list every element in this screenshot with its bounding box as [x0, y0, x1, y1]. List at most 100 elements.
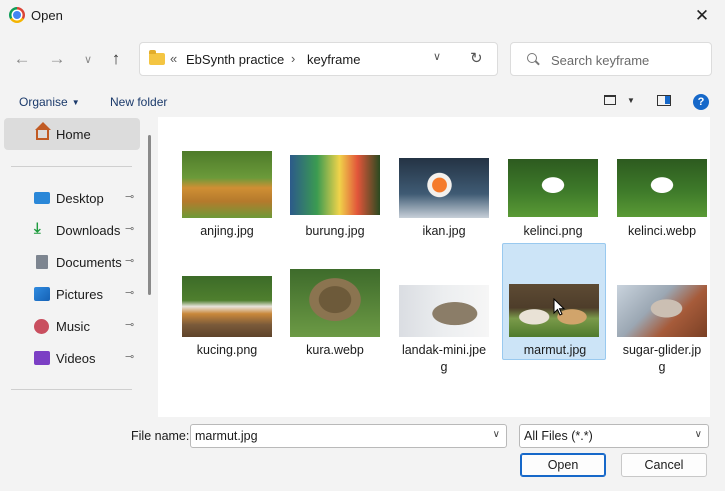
file-name: kucing.png: [196, 343, 258, 357]
file-name-combobox[interactable]: ∨: [190, 424, 507, 448]
image-thumbnail: [399, 285, 489, 337]
file-name: ikan.jpg: [422, 224, 466, 238]
recent-locations-button[interactable]: ∨: [75, 46, 101, 72]
sidebar-divider: [11, 166, 132, 167]
file-item-kura[interactable]: kura.webp: [283, 260, 387, 378]
content-area: Home Desktop ⊸ ⤓ Downloads ⊸ Documents ⊸…: [0, 117, 725, 417]
downloads-icon: ⤓: [34, 220, 41, 237]
pin-icon[interactable]: ⊸: [125, 222, 134, 235]
navigation-pane: Home Desktop ⊸ ⤓ Downloads ⊸ Documents ⊸…: [0, 117, 148, 417]
up-button[interactable]: ↑: [103, 46, 129, 72]
sidebar-item-label: Music: [56, 319, 90, 334]
desktop-icon: [34, 192, 50, 204]
sidebar-scrollbar[interactable]: [148, 135, 151, 295]
file-list-scrollbar[interactable]: [712, 117, 725, 417]
sidebar-divider: [11, 389, 132, 390]
organise-label: Organise: [19, 95, 68, 109]
chevron-down-icon: ∨: [694, 429, 702, 440]
new-folder-button[interactable]: New folder: [110, 95, 167, 109]
arrow-up-icon: ↑: [111, 49, 121, 68]
caret-down-icon: ▼: [71, 98, 80, 107]
image-thumbnail: [182, 151, 272, 218]
preview-pane-icon[interactable]: [657, 95, 671, 106]
pin-icon[interactable]: ⊸: [125, 350, 134, 363]
image-thumbnail: [290, 269, 380, 337]
command-bar: Organise ▼ New folder ▼ ?: [0, 87, 725, 117]
sidebar-item-label: Documents: [56, 255, 122, 270]
address-dropdown-icon[interactable]: ∨: [433, 50, 441, 63]
view-dropdown-icon[interactable]: ▼: [627, 96, 635, 105]
breadcrumb-overflow[interactable]: «: [170, 51, 177, 66]
forward-button[interactable]: →: [44, 46, 70, 72]
file-item-kelinci-png[interactable]: kelinci.png: [501, 141, 605, 259]
chrome-icon: [9, 7, 25, 23]
mouse-cursor-icon: [553, 298, 566, 316]
pin-icon[interactable]: ⊸: [125, 286, 134, 299]
sidebar-item-music[interactable]: Music ⊸: [4, 310, 140, 342]
file-item-kelinci-webp[interactable]: kelinci.webp: [610, 141, 714, 259]
chevron-down-icon: ∨: [83, 53, 93, 66]
music-icon: [34, 319, 49, 334]
navigation-bar: ← → ∨ ↑ « EbSynth practice › keyframe ∨ …: [0, 31, 725, 85]
file-name: anjing.jpg: [200, 224, 254, 238]
file-name: sugar-glider.jp: [622, 343, 702, 357]
breadcrumb-separator[interactable]: ›: [291, 51, 295, 66]
sidebar-item-documents[interactable]: Documents ⊸: [4, 246, 140, 278]
breadcrumb-keyframe[interactable]: keyframe: [307, 52, 360, 67]
address-bar[interactable]: « EbSynth practice › keyframe ∨ ↻: [139, 42, 498, 76]
refresh-icon[interactable]: ↻: [470, 49, 483, 67]
breadcrumb-ebsynth-practice[interactable]: EbSynth practice: [186, 52, 284, 67]
sidebar-item-pictures[interactable]: Pictures ⊸: [4, 278, 140, 310]
file-item-burung[interactable]: burung.jpg: [283, 141, 387, 259]
sidebar-item-downloads[interactable]: ⤓ Downloads ⊸: [4, 214, 140, 246]
file-item-ikan[interactable]: ikan.jpg: [392, 141, 496, 259]
chevron-down-icon[interactable]: ∨: [493, 429, 500, 440]
image-thumbnail: [508, 159, 598, 217]
file-name-label: File name:: [131, 429, 190, 443]
sidebar-item-label: Home: [56, 127, 91, 142]
title-bar: Open ✕: [0, 0, 725, 31]
cancel-button[interactable]: Cancel: [621, 453, 707, 477]
sidebar-item-label: Downloads: [56, 223, 121, 238]
file-name: burung.jpg: [305, 224, 365, 238]
window-title: Open: [31, 8, 63, 23]
sidebar-item-desktop[interactable]: Desktop ⊸: [4, 182, 140, 214]
documents-icon: [36, 255, 48, 269]
sidebar-item-videos[interactable]: Videos ⊸: [4, 342, 140, 374]
search-input[interactable]: [551, 51, 706, 69]
file-item-sugar-glider[interactable]: sugar-glider.jp g: [610, 260, 714, 378]
sidebar-item-label: Pictures: [56, 287, 103, 302]
image-thumbnail: [290, 155, 380, 215]
arrow-left-icon: ←: [13, 49, 31, 68]
file-item-landak-mini[interactable]: landak-mini.jpe g: [392, 260, 496, 378]
folder-icon: [149, 50, 165, 65]
file-name: marmut.jpg: [523, 343, 587, 357]
search-icon: [527, 53, 537, 63]
open-button[interactable]: Open: [520, 453, 606, 477]
file-item-kucing[interactable]: kucing.png: [175, 260, 279, 378]
pin-icon[interactable]: ⊸: [125, 190, 134, 203]
file-type-select[interactable]: All Files (*.*) ∨: [519, 424, 709, 448]
file-name: landak-mini.jpe: [401, 343, 487, 357]
sidebar-item-label: Desktop: [56, 191, 104, 206]
help-icon[interactable]: ?: [693, 94, 709, 110]
image-thumbnail: [182, 276, 272, 337]
videos-icon: [34, 351, 50, 365]
view-options-icon[interactable]: [604, 95, 616, 105]
pictures-icon: [34, 287, 50, 301]
file-item-anjing[interactable]: anjing.jpg: [175, 141, 279, 259]
close-button[interactable]: ✕: [679, 0, 725, 31]
file-type-value: All Files (*.*): [524, 429, 593, 443]
file-name-wrap: g: [440, 360, 448, 374]
pin-icon[interactable]: ⊸: [125, 318, 134, 331]
back-button[interactable]: ←: [9, 46, 35, 72]
sidebar-item-home[interactable]: Home: [4, 118, 140, 150]
arrow-right-icon: →: [48, 49, 66, 68]
image-thumbnail: [617, 159, 707, 217]
pin-icon[interactable]: ⊸: [125, 254, 134, 267]
file-name-input[interactable]: [195, 428, 475, 444]
close-icon: ✕: [694, 5, 710, 25]
search-box[interactable]: [510, 42, 712, 76]
organise-button[interactable]: Organise ▼: [19, 95, 80, 109]
file-name-wrap: g: [658, 360, 666, 374]
